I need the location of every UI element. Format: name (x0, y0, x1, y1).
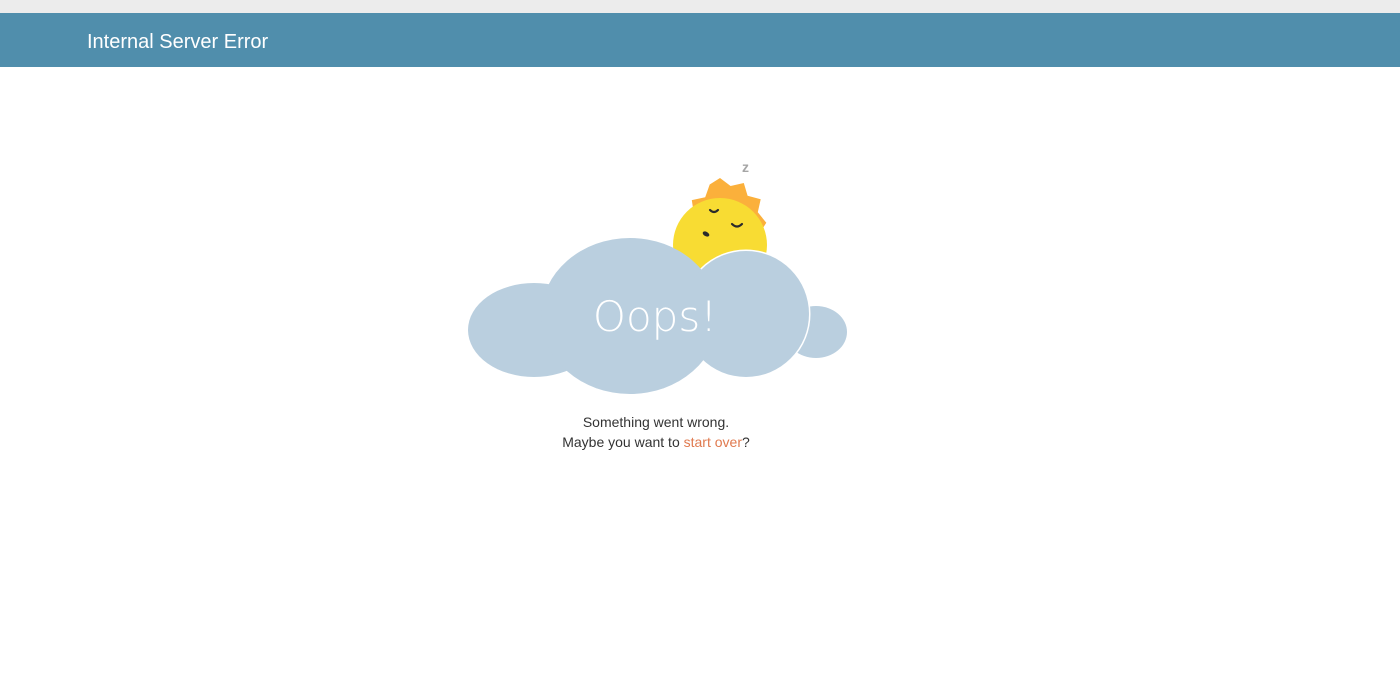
error-message-suffix: ? (741, 434, 750, 450)
error-message-line2: Maybe you want to start over? (456, 432, 856, 452)
error-message-prefix: Maybe you want to (562, 434, 684, 450)
error-message-line1: Something went wrong. (582, 414, 730, 430)
oops-headline: Oops! (593, 292, 717, 341)
start-over-link[interactable]: start over (684, 434, 742, 450)
header-bar: Internal Server Error (0, 13, 1400, 67)
oops-illustration: z Oops! (468, 159, 847, 394)
error-message: Something went wrong. Maybe you want to … (456, 412, 856, 452)
browser-top-strip (0, 0, 1400, 13)
sleep-z-text: z (742, 159, 749, 175)
page-title: Internal Server Error (87, 31, 269, 53)
